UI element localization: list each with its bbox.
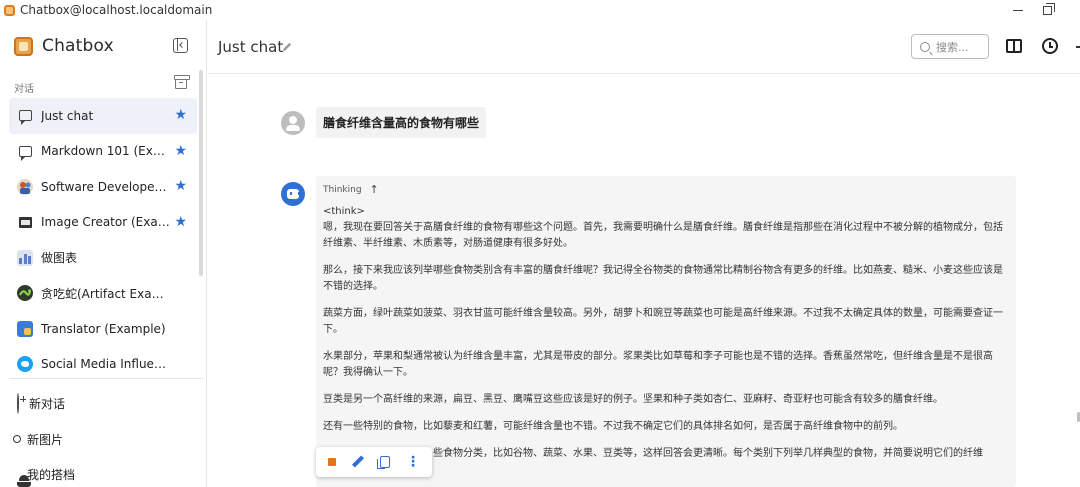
brand-name: Chatbox xyxy=(42,36,114,56)
brand: Chatbox xyxy=(14,36,114,56)
collapse-sidebar-icon[interactable] xyxy=(173,38,188,53)
my-partners-button[interactable]: 我的搭档 xyxy=(9,457,197,487)
action-label: 我的搭档 xyxy=(27,468,76,483)
conversation-label: 贪吃蛇(Artifact Example) xyxy=(41,286,171,301)
sidebar-scrollbar[interactable] xyxy=(199,70,203,276)
user-avatar-icon xyxy=(281,111,305,135)
conversation-item-make-chart[interactable]: 做图表 xyxy=(9,240,197,276)
search-input[interactable]: 搜索... xyxy=(911,34,989,59)
chat-bubble-icon xyxy=(17,143,33,161)
thinking-content: 嗯，我现在要回答关于高膳食纤维的食物有哪些这个问题。首先，我需要明确什么是膳食纤… xyxy=(323,220,1011,473)
sidebar-actions: 新对话 新图片 我的搭档 xyxy=(9,386,197,487)
more-vertical-icon[interactable]: ⋮ xyxy=(406,455,420,469)
message-toolbar: ⋮ xyxy=(316,447,432,477)
conversation-item-image-creator[interactable]: Image Creator (Exam... ★ xyxy=(9,205,197,241)
thinking-paragraph: 那么，接下来我应该列举哪些食物类别含有丰富的膳食纤维呢？我记得全谷物类的食物通常… xyxy=(323,265,1003,292)
conversation-label: Image Creator (Exam... xyxy=(41,215,171,230)
restore-icon xyxy=(1042,2,1055,15)
thinking-paragraph: 嗯，我现在要回答关于高膳食纤维的食物有哪些这个问题。首先，我需要明确什么是膳食纤… xyxy=(323,222,1003,249)
star-icon[interactable]: ★ xyxy=(174,143,187,159)
conversation-item-snake-game[interactable]: 贪吃蛇(Artifact Example) xyxy=(9,276,197,312)
conversation-label: Just chat xyxy=(41,108,94,123)
search-icon xyxy=(920,41,930,52)
minimize-icon xyxy=(1013,9,1023,11)
conversation-item-just-chat[interactable]: Just chat ★ xyxy=(9,98,197,134)
thinking-label: Thinking xyxy=(323,184,362,195)
window-titlebar: Chatbox@localhost.localdomain xyxy=(0,0,1080,20)
pencil-icon[interactable] xyxy=(282,41,293,52)
sidebar-divider xyxy=(9,378,203,379)
new-image-button[interactable]: 新图片 xyxy=(9,422,197,458)
action-label: 新图片 xyxy=(27,432,64,447)
conversation-label: 做图表 xyxy=(41,251,78,266)
archive-icon[interactable] xyxy=(174,75,190,89)
search-placeholder: 搜索... xyxy=(936,40,969,54)
thinking-paragraph: 豆类是另一个高纤维的来源，扁豆、黑豆、鹰嘴豆这些应该是好的例子。坚果和种子类如杏… xyxy=(323,394,943,405)
assistant-avatar-icon xyxy=(281,182,305,206)
star-icon[interactable]: ★ xyxy=(174,214,187,230)
copy-icon[interactable] xyxy=(377,456,390,469)
translator-icon xyxy=(17,320,33,337)
chart-icon xyxy=(17,249,33,266)
thinking-paragraph: 水果部分，苹果和梨通常被认为纤维含量丰富，尤其是带皮的部分。浆果类比如草莓和李子… xyxy=(323,351,993,378)
assistant-message: Thinking ↑ <think> 嗯，我现在要回答关于高膳食纤维的食物有哪些… xyxy=(316,176,1016,487)
chat-header: Just chat 搜索... xyxy=(208,20,1080,74)
arrow-up-icon: ↑ xyxy=(369,183,379,196)
thinking-toggle[interactable]: Thinking ↑ xyxy=(323,183,379,196)
minimize-button[interactable] xyxy=(1003,0,1033,20)
social-media-icon xyxy=(17,356,33,373)
conversation-item-social-media-influencer[interactable]: Social Media Influencer (E... xyxy=(9,347,197,383)
history-icon[interactable] xyxy=(1042,38,1058,54)
conversation-label: Translator (Example) xyxy=(41,321,166,336)
conversation-item-translator[interactable]: Translator (Example) xyxy=(9,311,197,347)
conversation-label: Markdown 101 (Exa... xyxy=(41,144,171,159)
new-conversation-button[interactable]: 新对话 xyxy=(9,386,197,422)
chat-bubble-icon xyxy=(17,108,33,126)
star-icon[interactable]: ★ xyxy=(174,107,187,123)
thinking-paragraph: 蔬菜方面，绿叶蔬菜如菠菜、羽衣甘蓝可能纤维含量较高。另外，胡萝卜和豌豆等蔬菜也可… xyxy=(323,308,1003,335)
conversation-label: Social Media Influencer (E... xyxy=(41,357,171,372)
edit-icon[interactable] xyxy=(352,456,364,468)
stop-icon[interactable] xyxy=(328,458,336,466)
plus-circle-icon xyxy=(17,393,19,415)
chatbox-logo-icon xyxy=(14,36,33,56)
split-view-icon[interactable] xyxy=(1006,39,1022,53)
sidebar: Chatbox 对话 Just chat ★ Markdown 101 (Exa… xyxy=(0,20,207,487)
chat-title: Just chat xyxy=(218,38,284,56)
conversation-item-markdown-101[interactable]: Markdown 101 (Exa... ★ xyxy=(9,134,197,170)
conversation-list: Just chat ★ Markdown 101 (Exa... ★ Softw… xyxy=(9,98,197,382)
thinking-paragraph: 还有一些特别的食物，比如藜麦和红薯，可能纤维含量也不错。不过我不确定它们的具体排… xyxy=(323,421,903,432)
window-title: Chatbox@localhost.localdomain xyxy=(20,3,213,17)
conversation-item-software-developer[interactable]: Software Developer (... ★ xyxy=(9,169,197,205)
action-label: 新对话 xyxy=(29,397,66,412)
app-icon xyxy=(4,4,15,16)
image-icon xyxy=(17,214,33,230)
conversation-label: Software Developer (... xyxy=(41,179,171,194)
developer-avatar-icon xyxy=(17,178,33,195)
star-icon[interactable]: ★ xyxy=(174,178,187,194)
snake-avatar-icon xyxy=(17,285,33,302)
maximize-button[interactable] xyxy=(1032,0,1062,20)
think-tag: <think> xyxy=(323,206,365,217)
user-message: 膳食纤维含量高的食物有哪些 xyxy=(316,107,487,138)
more-options-icon[interactable] xyxy=(1076,46,1080,48)
conversations-section-label: 对话 xyxy=(14,84,34,95)
